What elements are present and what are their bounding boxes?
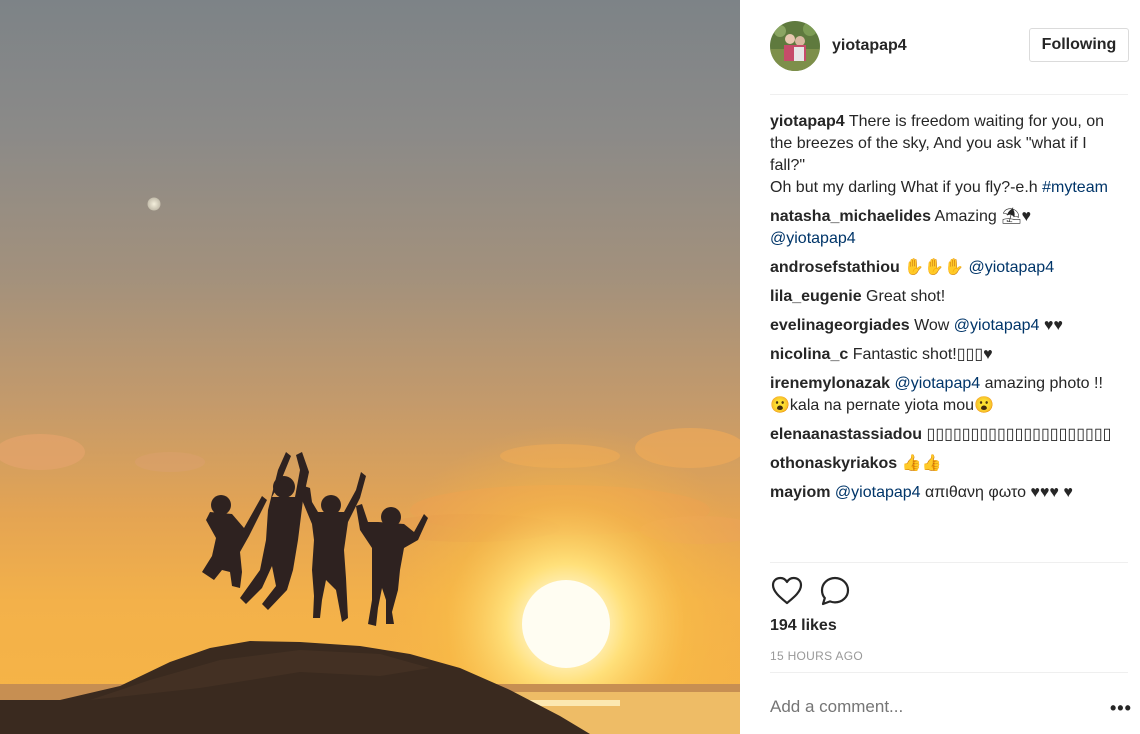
post-timestamp[interactable]: 15 HOURS AGO [770, 649, 863, 663]
comment-username[interactable]: elenaanastassiadou [770, 426, 922, 443]
comment-text-after: απιθανη φωτο ♥♥♥ ♥ [920, 484, 1073, 501]
comment-username[interactable]: androsefstathiou [770, 259, 900, 276]
caption: yiotapap4 There is freedom waiting for y… [770, 111, 1120, 199]
comment-text: 👍👍 [897, 455, 942, 472]
avatar-image [770, 21, 820, 71]
post-photo[interactable] [0, 0, 740, 734]
add-comment-input[interactable] [770, 697, 1080, 717]
post-header: yiotapap4 Following [770, 21, 1140, 73]
comment-text-after: ♥♥ [1039, 317, 1063, 334]
comment: elenaanastassiadou ▯▯▯▯▯▯▯▯▯▯▯▯▯▯▯▯▯▯▯▯▯ [770, 424, 1120, 446]
comment: natasha_michaelides Amazing ⛱♥ @yiotapap… [770, 206, 1120, 250]
comment-username[interactable]: othonaskyriakos [770, 455, 897, 472]
mention-link[interactable]: @yiotapap4 [770, 230, 856, 247]
comment: nicolina_c Fantastic shot!▯▯▯♥ [770, 344, 1120, 366]
action-bar [770, 574, 890, 608]
comment-username[interactable]: natasha_michaelides [770, 208, 931, 225]
sunset-photo [0, 0, 740, 734]
post-author-username[interactable]: yiotapap4 [832, 37, 907, 55]
heart-outline-icon[interactable] [770, 574, 804, 608]
post-sidebar: yiotapap4 Following yiotapap4 There is f… [740, 0, 1140, 734]
following-button[interactable]: Following [1029, 28, 1129, 62]
likes-count[interactable]: 194 likes [770, 617, 837, 635]
comment-username[interactable]: nicolina_c [770, 346, 848, 363]
comment-username[interactable]: lila_eugenie [770, 288, 862, 305]
comment-text: ✋✋✋ [899, 259, 969, 276]
comment-text: Great shot! [861, 288, 946, 305]
comment: evelinageorgiades Wow @yiotapap4 ♥♥ [770, 315, 1120, 337]
comment: irenemylonazak @yiotapap4 amazing photo … [770, 373, 1120, 417]
speech-bubble-icon[interactable] [818, 574, 852, 608]
comment-username[interactable]: irenemylonazak [770, 375, 890, 392]
input-divider [770, 672, 1128, 673]
mention-link[interactable]: @yiotapap4 [954, 317, 1040, 334]
mention-link[interactable]: @yiotapap4 [895, 375, 981, 392]
comment: othonaskyriakos 👍👍 [770, 453, 1120, 475]
hashtag-link[interactable]: #myteam [1042, 179, 1108, 196]
comments-divider [770, 562, 1128, 563]
comment-text: Fantastic shot!▯▯▯♥ [848, 346, 993, 363]
comments-list: yiotapap4 There is freedom waiting for y… [770, 111, 1120, 511]
comment-username[interactable]: evelinageorgiades [770, 317, 910, 334]
comment-text: Amazing ⛱♥ [930, 208, 1032, 225]
mention-link[interactable]: @yiotapap4 [835, 484, 921, 501]
caption-username[interactable]: yiotapap4 [770, 113, 845, 130]
instagram-post: yiotapap4 Following yiotapap4 There is f… [0, 0, 1140, 734]
mention-link[interactable]: @yiotapap4 [968, 259, 1054, 276]
avatar[interactable] [770, 21, 820, 71]
comment-text: ▯▯▯▯▯▯▯▯▯▯▯▯▯▯▯▯▯▯▯▯▯ [922, 426, 1112, 443]
comment-username[interactable]: mayiom [770, 484, 830, 501]
comment: androsefstathiou ✋✋✋ @yiotapap4 [770, 257, 1120, 279]
comment: mayiom @yiotapap4 απιθανη φωτο ♥♥♥ ♥ [770, 482, 1120, 504]
more-options-icon[interactable]: ••• [1110, 698, 1132, 719]
comment-text: Wow [909, 317, 954, 334]
comment: lila_eugenie Great shot! [770, 286, 1120, 308]
header-divider [770, 94, 1128, 95]
